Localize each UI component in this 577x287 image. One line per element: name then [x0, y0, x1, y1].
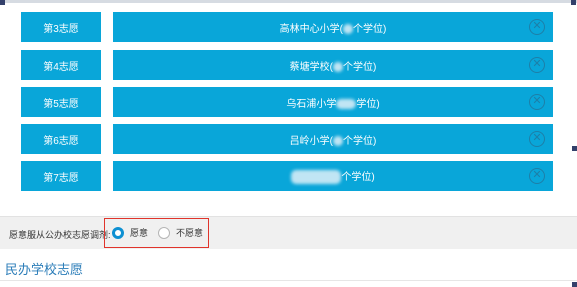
choice-rank-button[interactable]: 第6志愿 — [21, 124, 101, 154]
adjustment-label: 愿意服从公办校志愿调剂: — [9, 230, 111, 240]
remove-icon[interactable]: ✕ — [529, 131, 545, 147]
choice-school-button[interactable]: 高林中心小学( 个学位) ✕ — [113, 12, 553, 42]
school-name: 乌石浦小学 学位) — [286, 95, 379, 110]
school-name-suffix: 个学位) — [343, 61, 377, 73]
choice-school-button[interactable]: 个学位) ✕ — [113, 161, 553, 191]
choice-school-button[interactable]: 吕岭小学( 个学位) ✕ — [113, 124, 553, 154]
redacted-mask — [343, 23, 353, 34]
remove-icon[interactable]: ✕ — [529, 94, 545, 110]
radio-willing-label: 愿意 — [130, 228, 149, 238]
school-name-prefix: 高林中心小学( — [279, 23, 343, 35]
choice-row: 第5志愿 乌石浦小学 学位) ✕ — [21, 87, 553, 117]
radio-unwilling-label: 不愿意 — [176, 228, 204, 238]
radio-willing[interactable]: 愿意 — [112, 226, 148, 239]
choice-rank-button[interactable]: 第7志愿 — [21, 161, 101, 191]
choice-rank-button[interactable]: 第5志愿 — [21, 87, 101, 117]
school-name-prefix: 蔡塘学校( — [289, 61, 333, 73]
choice-school-button[interactable]: 蔡塘学校( 个学位) ✕ — [113, 50, 553, 80]
school-name-suffix: 个学位) — [353, 23, 387, 35]
redacted-mask — [336, 98, 357, 109]
school-name: 吕岭小学( 个学位) — [290, 132, 377, 147]
choice-rank-button[interactable]: 第4志愿 — [21, 50, 101, 80]
redacted-mask — [291, 170, 342, 185]
remove-icon[interactable]: ✕ — [529, 19, 545, 35]
remove-icon[interactable]: ✕ — [529, 57, 545, 73]
school-name: 蔡塘学校( 个学位) — [290, 58, 377, 73]
school-name-prefix: 乌石浦小学 — [286, 98, 337, 110]
adjustment-bar: 愿意服从公办校志愿调剂: — [0, 216, 577, 249]
radio-unwilling[interactable]: 不愿意 — [158, 226, 203, 239]
divider — [0, 280, 577, 281]
top-border — [0, 0, 577, 3]
choice-row: 第7志愿 个学位) ✕ — [21, 161, 553, 191]
redacted-mask — [333, 61, 343, 72]
school-name-suffix: 个学位) — [341, 171, 375, 183]
radio-selected-icon[interactable] — [112, 226, 124, 239]
resize-handle-bottom-right[interactable] — [572, 282, 577, 287]
school-name: 个学位) — [291, 168, 375, 185]
school-name-suffix: 学位) — [356, 98, 380, 110]
choice-school-button[interactable]: 乌石浦小学 学位) ✕ — [113, 87, 553, 117]
radio-unselected-icon[interactable] — [158, 226, 170, 239]
school-name-prefix: 吕岭小学( — [289, 135, 333, 147]
choice-row: 第3志愿 高林中心小学( 个学位) ✕ — [21, 12, 553, 42]
school-name-suffix: 个学位) — [343, 135, 377, 147]
school-name: 高林中心小学( 个学位) — [280, 20, 387, 35]
resize-handle-top-right[interactable] — [571, 0, 576, 5]
choice-row: 第4志愿 蔡塘学校( 个学位) ✕ — [21, 50, 553, 80]
remove-icon[interactable]: ✕ — [529, 168, 545, 184]
choice-rank-button[interactable]: 第3志愿 — [21, 12, 101, 42]
redacted-mask — [333, 135, 343, 146]
private-school-section-title: 民办学校志愿 — [5, 262, 84, 277]
choice-row: 第6志愿 吕岭小学( 个学位) ✕ — [21, 124, 553, 154]
resize-handle-top-left[interactable] — [0, 0, 5, 5]
resize-handle-mid-right[interactable] — [572, 146, 577, 151]
